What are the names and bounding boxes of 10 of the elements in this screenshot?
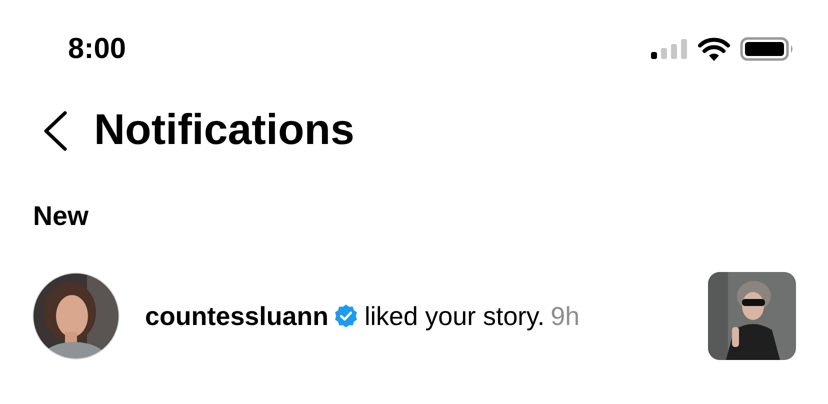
status-time: 8:00 (68, 32, 126, 66)
section-title: New (32, 201, 90, 232)
page-title: Notifications (94, 106, 354, 155)
notification-time: 9h (550, 300, 580, 332)
wifi-icon (698, 37, 730, 61)
back-icon[interactable] (42, 110, 68, 150)
username-link[interactable]: countessluann (145, 300, 328, 332)
notification-text: liked your story. (364, 300, 545, 332)
signal-icon (651, 39, 688, 59)
battery-icon (740, 37, 794, 61)
